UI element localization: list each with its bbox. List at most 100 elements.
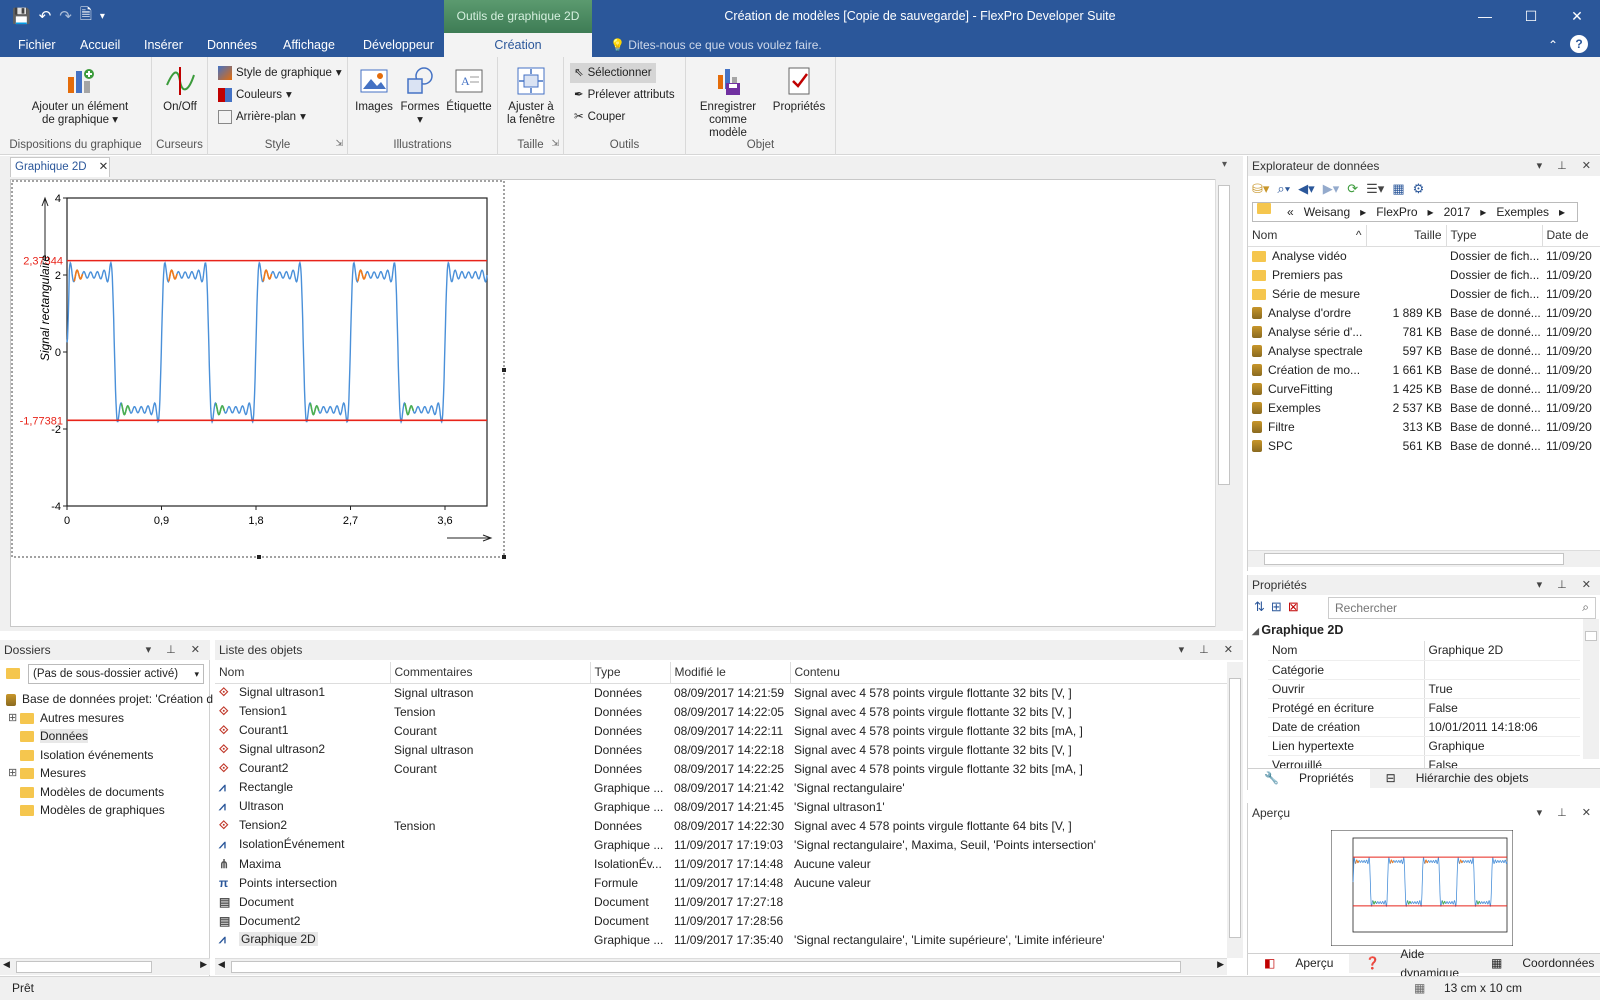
property-row[interactable]: Catégorie — [1268, 660, 1580, 680]
folder-tree-item[interactable]: Base de données projet: 'Création d — [0, 690, 213, 709]
table-row[interactable]: ⟐ Tension2 Tension Données 08/09/2017 14:22:… — [215, 816, 1227, 835]
tab-affichage[interactable]: Affichage — [277, 33, 341, 57]
table-row[interactable]: ⟐ Courant1 Courant Données 08/09/2017 14:22:… — [215, 721, 1227, 740]
tab-donnees[interactable]: Données — [201, 33, 263, 57]
property-value[interactable]: Graphique 2D — [1424, 641, 1580, 661]
fit-window-button[interactable]: Ajuster à la fenêtre — [502, 65, 560, 127]
table-row[interactable]: ⟐ Tension1 Tension Données 08/09/2017 14:22:… — [215, 702, 1227, 721]
subfolder-dropdown[interactable]: (Pas de sous-dossier activé) ▾ — [28, 664, 204, 684]
table-row[interactable]: ⩘ Rectangle Graphique ... 08/09/2017 14:21:… — [215, 778, 1227, 797]
pick-attributes-button[interactable]: ✒ Prélever attributs — [574, 85, 675, 105]
grid-icon[interactable]: ▦ — [1392, 181, 1404, 197]
chart-style-button[interactable]: Style de graphique ▾ — [218, 63, 342, 83]
view-icon[interactable]: ☰▾ — [1366, 181, 1384, 197]
expand-icon[interactable]: ⊞ — [8, 709, 17, 728]
column-header[interactable]: Nom — [215, 662, 391, 684]
document-menu-icon[interactable]: ▾ — [1222, 159, 1227, 170]
tab-coordinates[interactable]: ▦ Coordonnées — [1475, 954, 1600, 973]
folder-tree-item[interactable]: Isolation événements — [0, 746, 210, 765]
property-row[interactable]: Lien hypertexte Graphique — [1268, 736, 1580, 756]
breadcrumb-item[interactable]: 2017 — [1444, 203, 1471, 221]
explorer-hscrollbar[interactable] — [1248, 550, 1600, 567]
folder-tree-item[interactable]: ⊞ Autres mesures — [0, 709, 210, 728]
property-value[interactable]: False — [1424, 698, 1580, 718]
folder-tree-item[interactable]: Données — [0, 727, 210, 746]
close-button[interactable]: ✕ — [1554, 0, 1600, 33]
breadcrumb[interactable]: « Weisang ▸ FlexPro ▸ 2017 ▸ Exemples ▸ — [1252, 202, 1578, 222]
properties-button[interactable]: Propriétés — [768, 65, 830, 114]
explorer-row[interactable]: Création de mo... 1 661 KB Base de donné..… — [1248, 360, 1600, 379]
panel-buttons[interactable]: ▾ ⊥ ✕ — [1537, 156, 1597, 176]
label-button[interactable]: A Étiquette — [444, 65, 494, 114]
chart[interactable]: 2,37344-1,77381420-2-40 0,9 1,8 2,7 3,6Signa… — [11, 180, 507, 560]
tell-me-box[interactable]: 💡 Dites-nous ce que vous voulez faire. — [610, 33, 822, 57]
property-value[interactable]: Graphique — [1424, 736, 1580, 756]
explorer-row[interactable]: Analyse d'ordre 1 889 KB Base de donné... 1… — [1248, 303, 1600, 322]
folder-tree-item[interactable]: Modèles de graphiques — [0, 801, 210, 820]
document-tab[interactable]: Graphique 2D ✕ — [10, 157, 110, 177]
column-header[interactable]: Modifié le — [670, 662, 791, 684]
column-header[interactable]: Commentaires — [390, 662, 591, 684]
column-header[interactable]: Type — [1446, 225, 1543, 247]
cut-button[interactable]: ✂ Couper — [574, 107, 625, 127]
dialog-launcher-icon[interactable]: ⇲ — [551, 138, 559, 149]
property-value[interactable]: 10/01/2011 14:18:06 — [1424, 717, 1580, 737]
explorer-row[interactable]: Analyse série d'... 781 KB Base de donné..… — [1248, 322, 1600, 341]
table-row[interactable]: ⟐ Courant2 Courant Données 08/09/2017 14:22:… — [215, 759, 1227, 778]
folder-tree-item[interactable]: Modèles de documents — [0, 783, 210, 802]
table-row[interactable]: ⋔ Maxima IsolationÉv... 11/09/2017 17:14:48… — [215, 854, 1227, 873]
table-row[interactable]: ▤ Document2 Document 11/09/2017 17:28:56 — [215, 911, 1227, 930]
table-row[interactable]: ⩘ Ultrason Graphique ... 08/09/2017 14:21:4… — [215, 797, 1227, 816]
property-row[interactable]: Nom Graphique 2D — [1268, 641, 1580, 661]
tab-hierarchy[interactable]: ⊟ Hiérarchie des objets — [1370, 769, 1545, 788]
scrollbar-thumb[interactable] — [1218, 185, 1230, 485]
properties-search-input[interactable] — [1329, 598, 1559, 618]
dialog-launcher-icon[interactable]: ⇲ — [335, 138, 343, 149]
properties-search[interactable]: ⌕ — [1328, 597, 1596, 619]
search-icon[interactable]: ⌕▾ — [1277, 181, 1290, 197]
back-icon[interactable]: ◀▾ — [1298, 181, 1315, 197]
graph-canvas[interactable]: 2,37344 -1,77381 4 2 0 -2 -4 0 0,9 1,8 2,7 3,6 Signa… — [10, 179, 1225, 627]
cursor-onoff-button[interactable]: On/Off — [156, 65, 204, 114]
colors-button[interactable]: Couleurs ▾ — [218, 85, 292, 105]
column-header[interactable]: Date de — [1542, 225, 1600, 247]
minimize-button[interactable]: — — [1462, 0, 1508, 33]
tab-inserer[interactable]: Insérer — [138, 33, 189, 57]
explorer-row[interactable]: Exemples 2 537 KB Base de donné... 11/09/20 — [1248, 398, 1600, 417]
tab-developpeur[interactable]: Développeur — [357, 33, 440, 57]
clear-filter-icon[interactable]: ⊠ — [1288, 599, 1299, 615]
properties-scrollbar[interactable] — [1583, 619, 1599, 759]
breadcrumb-item[interactable]: FlexPro — [1376, 203, 1417, 221]
select-button[interactable]: ⇖ Sélectionner — [570, 63, 656, 83]
categorize-icon[interactable]: ⊞ — [1271, 599, 1282, 615]
column-header[interactable]: Type — [590, 662, 671, 684]
document-scrollbar[interactable] — [1215, 179, 1232, 627]
panel-buttons[interactable]: ▾ ⊥ ✕ — [146, 640, 206, 660]
folder-open-icon[interactable] — [6, 664, 26, 680]
table-row[interactable]: π Points intersection Formule 11/09/2017 17… — [215, 873, 1227, 892]
tab-accueil[interactable]: Accueil — [74, 33, 126, 57]
table-row[interactable]: ⟐ Signal ultrason2 Signal ultrason Données 0… — [215, 740, 1227, 759]
background-button[interactable]: Arrière-plan ▾ — [218, 107, 306, 127]
property-value[interactable]: True — [1424, 679, 1580, 699]
collapse-ribbon-icon[interactable]: ⌃ — [1548, 33, 1558, 57]
tab-dynamic-help[interactable]: ❓ Aide dynamique — [1349, 947, 1475, 980]
tab-preview[interactable]: ◧ Aperçu — [1248, 954, 1350, 973]
forward-icon[interactable]: ▶▾ — [1323, 181, 1340, 197]
table-row[interactable]: ⩘ Graphique 2D Graphique ... 11/09/2017 17:… — [215, 930, 1227, 949]
table-row[interactable]: ⩘ IsolationÉvénement Graphique ... 11/09/20… — [215, 835, 1227, 854]
column-header[interactable]: Contenu — [790, 662, 1228, 684]
new-document-icon[interactable]: 🗎 — [78, 4, 94, 29]
property-row[interactable]: Protégé en écriture False — [1268, 698, 1580, 718]
tab-creation[interactable]: Création — [444, 33, 592, 57]
add-chart-element-button[interactable]: Ajouter un élément de graphique ▾ — [20, 65, 140, 127]
shapes-button[interactable]: Formes ▾ — [398, 65, 442, 127]
undo-icon[interactable]: ↶ — [37, 7, 54, 25]
object-list-hscrollbar[interactable]: ◀ ▶ — [215, 958, 1227, 975]
customize-qat-icon[interactable]: ▾ — [98, 11, 107, 22]
database-icon[interactable]: ⛁▾ — [1252, 181, 1269, 197]
property-row[interactable]: Date de création 10/01/2011 14:18:06 — [1268, 717, 1580, 737]
refresh-icon[interactable]: ⟳ — [1347, 181, 1358, 197]
sort-alpha-icon[interactable]: ⇅ — [1254, 599, 1265, 615]
breadcrumb-item[interactable]: Weisang — [1304, 203, 1350, 221]
